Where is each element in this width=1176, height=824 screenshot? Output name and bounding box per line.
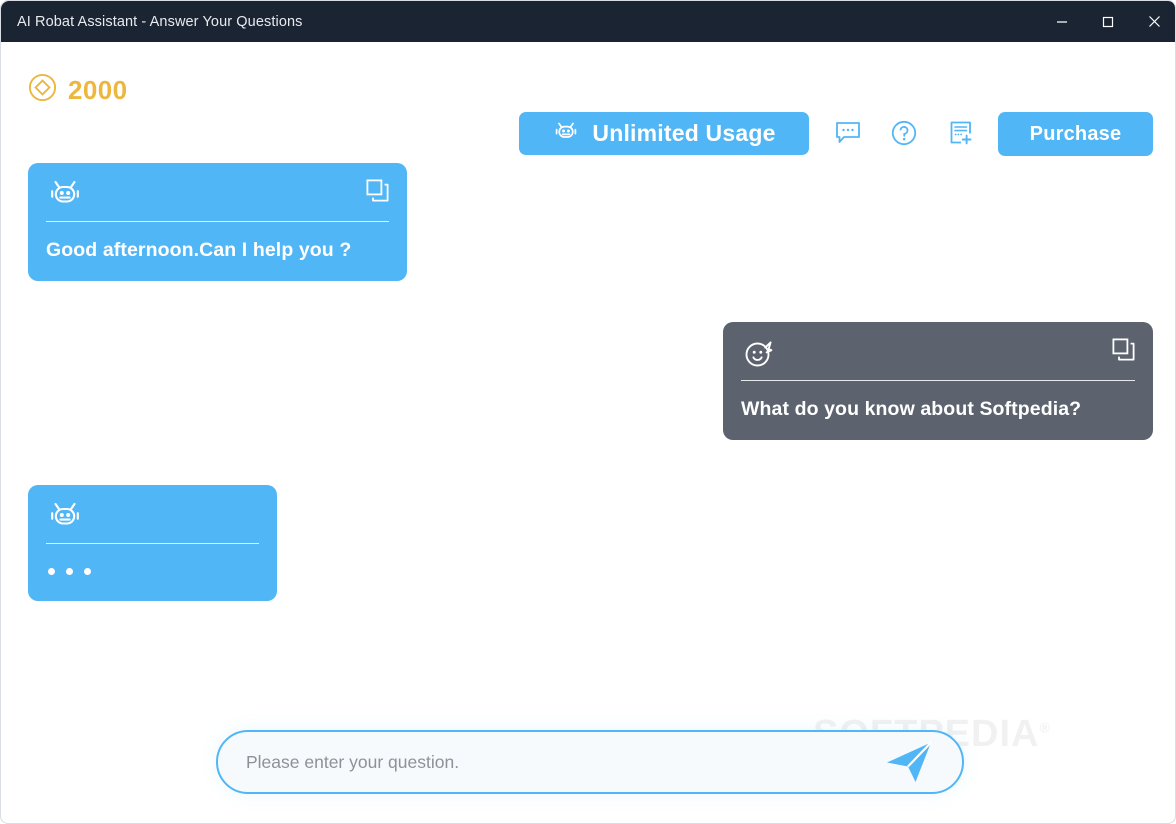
- typing-dot: [84, 568, 91, 575]
- bubble-header: [46, 501, 259, 541]
- robot-icon: [46, 179, 84, 218]
- bubble-header: [741, 338, 1135, 378]
- credit-balance: 2000: [28, 73, 127, 107]
- smiley-face-icon: [741, 338, 779, 377]
- title-bar: AI Robat Assistant - Answer Your Questio…: [1, 1, 1175, 42]
- diamond-token-icon: [28, 73, 57, 107]
- typing-indicator: [46, 544, 259, 601]
- user-message-bubble: What do you know about Softpedia?: [723, 322, 1153, 440]
- watermark-mark: ®: [1039, 719, 1051, 736]
- window-controls: [1039, 1, 1175, 42]
- copy-icon[interactable]: [1112, 338, 1135, 361]
- assistant-message-text: Good afternoon.Can I help you ?: [46, 239, 352, 261]
- maximize-button[interactable]: [1085, 1, 1131, 42]
- chat-message-list: Good afternoon.Can I help you ? What do …: [1, 143, 1175, 713]
- assistant-message-bubble: Good afternoon.Can I help you ?: [28, 163, 407, 281]
- window-title: AI Robat Assistant - Answer Your Questio…: [17, 13, 303, 30]
- robot-icon: [46, 501, 84, 540]
- close-button[interactable]: [1131, 1, 1175, 42]
- send-button[interactable]: [874, 739, 962, 785]
- credit-count: 2000: [68, 74, 128, 105]
- minimize-button[interactable]: [1039, 1, 1085, 42]
- copy-icon[interactable]: [366, 179, 389, 202]
- bubble-header: [46, 179, 389, 219]
- assistant-typing-bubble: [28, 485, 277, 601]
- typing-dot: [48, 568, 55, 575]
- user-message-text: What do you know about Softpedia?: [741, 398, 1082, 420]
- app-window: AI Robat Assistant - Answer Your Questio…: [0, 0, 1176, 824]
- app-header: 2000 Unlimited Usage Purchase: [1, 42, 1175, 156]
- typing-dot: [66, 568, 73, 575]
- message-composer: [216, 730, 964, 794]
- question-input[interactable]: [218, 732, 874, 792]
- paper-plane-icon: [884, 741, 936, 788]
